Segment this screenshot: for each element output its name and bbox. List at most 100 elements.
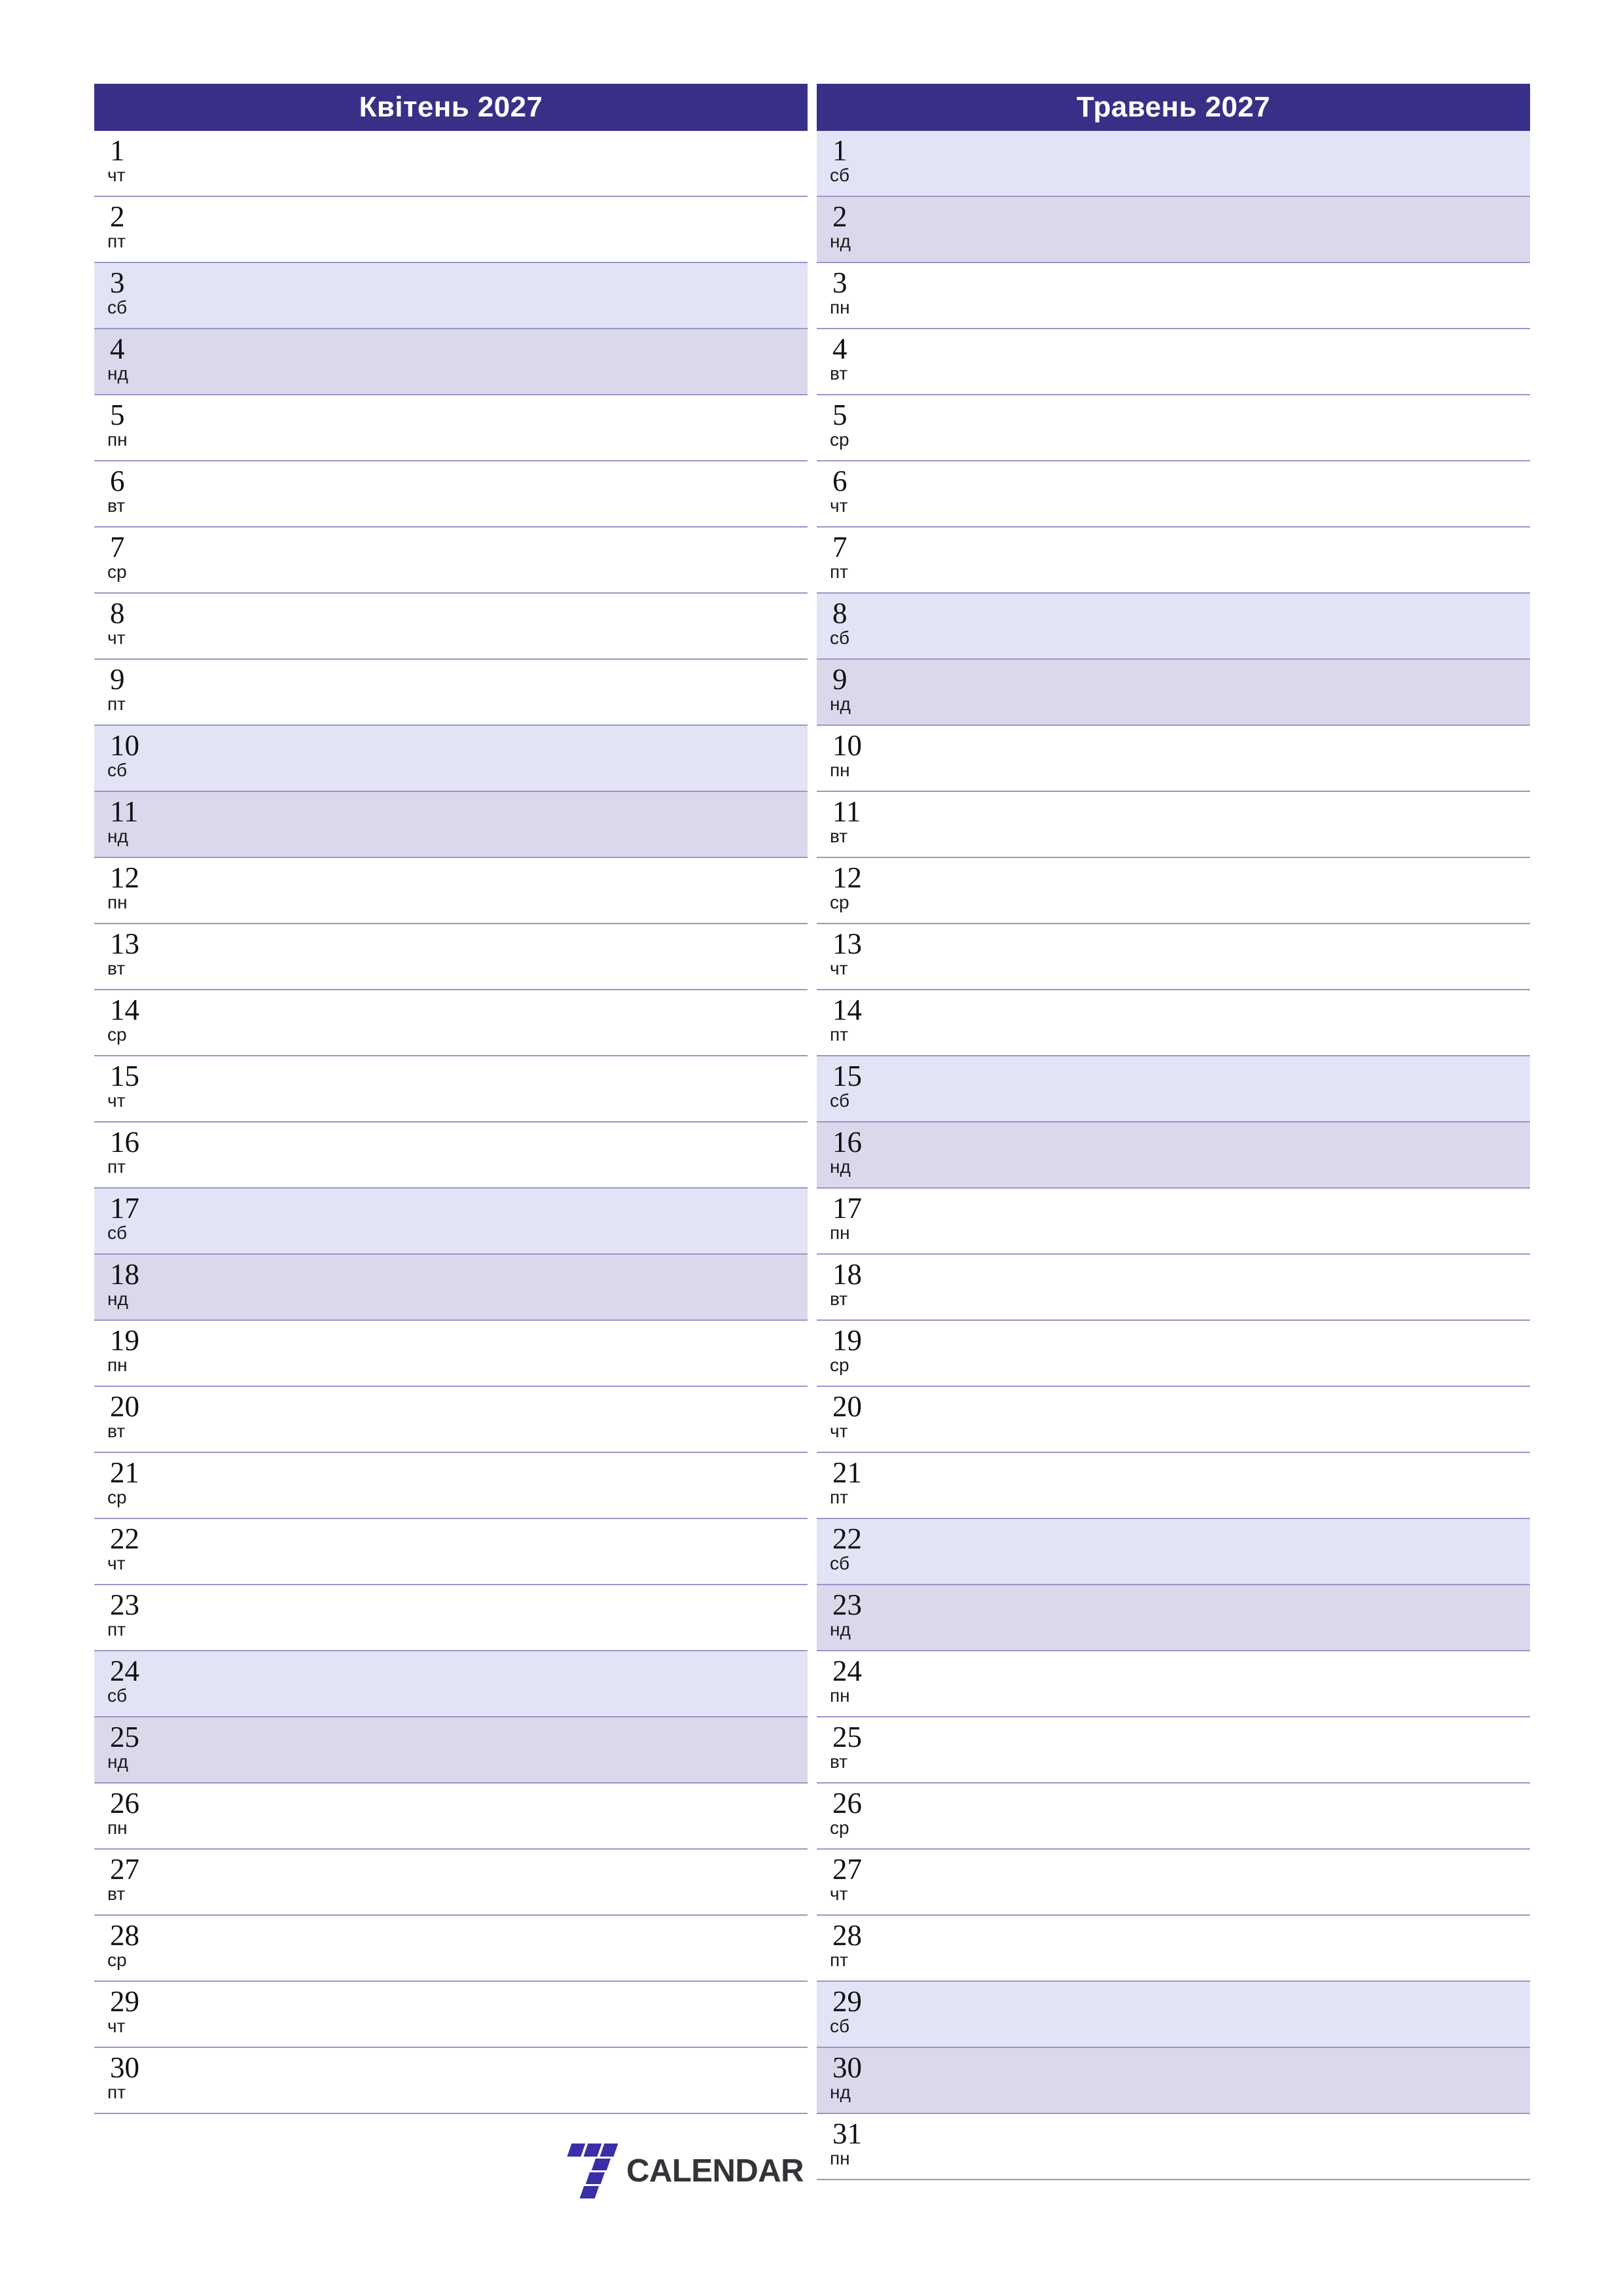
day-row[interactable]: 27 вт [94, 1850, 808, 1916]
day-row[interactable]: 2 пт [94, 197, 808, 263]
day-row[interactable]: 9 нд [817, 660, 1530, 726]
day-weekday-label: чт [107, 1553, 126, 1573]
day-row[interactable]: 11 нд [94, 792, 808, 858]
day-row[interactable]: 6 чт [817, 461, 1530, 528]
day-row[interactable]: 4 вт [817, 329, 1530, 395]
day-row[interactable]: 15 сб [817, 1056, 1530, 1122]
day-row[interactable]: 14 ср [94, 990, 808, 1056]
day-row[interactable]: 3 пн [817, 263, 1530, 329]
day-weekday-label: пн [107, 1355, 128, 1375]
day-row[interactable]: 20 чт [817, 1387, 1530, 1453]
calendar-page: Квітень 2027 1 чт 2 пт 3 сб 4 нд 5 пн 6 вт 7 ср 8 чт 9 пт… [0, 0, 1623, 2296]
day-row[interactable]: 17 пн [817, 1189, 1530, 1255]
day-weekday-label: пт [830, 1024, 848, 1045]
day-row[interactable]: 16 пт [94, 1122, 808, 1189]
day-number: 1 [832, 134, 847, 167]
day-row[interactable]: 23 нд [817, 1585, 1530, 1651]
day-row[interactable]: 20 вт [94, 1387, 808, 1453]
day-row[interactable]: 23 пт [94, 1585, 808, 1651]
day-weekday-label: пт [830, 1487, 848, 1507]
day-row[interactable]: 11 вт [817, 792, 1530, 858]
day-row[interactable]: 27 чт [817, 1850, 1530, 1916]
day-row[interactable]: 26 пн [94, 1784, 808, 1850]
day-row[interactable]: 17 сб [94, 1189, 808, 1255]
day-row[interactable]: 24 пн [817, 1651, 1530, 1717]
day-weekday-label: вт [107, 495, 126, 516]
day-row[interactable]: 7 пт [817, 528, 1530, 594]
day-number: 18 [110, 1258, 139, 1291]
day-row[interactable]: 10 пн [817, 726, 1530, 792]
day-row[interactable]: 21 ср [94, 1453, 808, 1519]
day-row[interactable]: 13 вт [94, 924, 808, 990]
day-row[interactable]: 8 чт [94, 594, 808, 660]
day-weekday-label: нд [830, 1619, 851, 1640]
day-number: 28 [832, 1919, 862, 1952]
day-number: 27 [110, 1853, 139, 1886]
day-row[interactable]: 1 сб [817, 131, 1530, 197]
day-row[interactable]: 19 ср [817, 1321, 1530, 1387]
day-row[interactable]: 8 сб [817, 594, 1530, 660]
day-row[interactable]: 29 сб [817, 1982, 1530, 2048]
brand-logo: CALENDAR [94, 2135, 808, 2207]
day-number: 21 [832, 1456, 862, 1489]
day-row[interactable]: 24 сб [94, 1651, 808, 1717]
day-row[interactable]: 25 вт [817, 1717, 1530, 1784]
day-row[interactable]: 15 чт [94, 1056, 808, 1122]
day-row[interactable]: 28 ср [94, 1916, 808, 1982]
day-row[interactable]: 5 пн [94, 395, 808, 461]
day-weekday-label: сб [107, 297, 128, 317]
day-number: 15 [832, 1060, 862, 1092]
day-number: 7 [832, 531, 847, 564]
day-number: 8 [832, 597, 847, 630]
day-row[interactable]: 7 ср [94, 528, 808, 594]
day-row[interactable]: 22 сб [817, 1519, 1530, 1585]
month-panel-left: Квітень 2027 1 чт 2 пт 3 сб 4 нд 5 пн 6 вт 7 ср 8 чт 9 пт… [94, 84, 808, 2180]
day-weekday-label: нд [107, 1751, 128, 1772]
day-number: 21 [110, 1456, 139, 1489]
day-row[interactable]: 29 чт [94, 1982, 808, 2048]
day-number: 20 [832, 1390, 862, 1423]
day-weekday-label: пт [107, 231, 126, 251]
day-row[interactable]: 12 ср [817, 858, 1530, 924]
day-row[interactable]: 21 пт [817, 1453, 1530, 1519]
month-panel-right: Травень 2027 1 сб 2 нд 3 пн 4 вт 5 ср 6 чт 7 пт 8 сб 9 нд… [817, 84, 1530, 2180]
day-number: 2 [832, 200, 847, 233]
day-number: 4 [110, 332, 125, 365]
day-row[interactable]: 1 чт [94, 131, 808, 197]
day-row[interactable]: 5 ср [817, 395, 1530, 461]
day-weekday-label: нд [107, 826, 128, 846]
day-row[interactable]: 31 пн [817, 2114, 1530, 2180]
day-row[interactable]: 13 чт [817, 924, 1530, 990]
day-row[interactable]: 3 сб [94, 263, 808, 329]
day-weekday-label: пн [830, 297, 850, 317]
day-number: 22 [832, 1522, 862, 1555]
day-row[interactable]: 22 чт [94, 1519, 808, 1585]
day-row[interactable]: 12 пн [94, 858, 808, 924]
day-row[interactable]: 4 нд [94, 329, 808, 395]
day-weekday-label: ср [107, 1024, 127, 1045]
day-row[interactable]: 28 пт [817, 1916, 1530, 1982]
day-row[interactable]: 18 вт [817, 1255, 1530, 1321]
day-number: 14 [832, 994, 862, 1026]
day-row[interactable]: 9 пт [94, 660, 808, 726]
day-number: 23 [832, 1588, 862, 1621]
day-row[interactable]: 25 нд [94, 1717, 808, 1784]
day-row[interactable]: 30 нд [817, 2048, 1530, 2114]
day-weekday-label: ср [830, 1355, 849, 1375]
day-row[interactable]: 30 пт [94, 2048, 808, 2114]
day-row[interactable]: 2 нд [817, 197, 1530, 263]
day-row[interactable]: 18 нд [94, 1255, 808, 1321]
day-weekday-label: вт [830, 363, 848, 384]
day-weekday-label: сб [830, 2016, 850, 2036]
day-row[interactable]: 6 вт [94, 461, 808, 528]
day-weekday-label: сб [107, 1223, 128, 1243]
day-number: 31 [832, 2117, 862, 2150]
day-row[interactable]: 16 нд [817, 1122, 1530, 1189]
day-row[interactable]: 10 сб [94, 726, 808, 792]
day-number: 8 [110, 597, 125, 630]
month-header-right: Травень 2027 [817, 84, 1530, 131]
day-row[interactable]: 19 пн [94, 1321, 808, 1387]
day-row[interactable]: 14 пт [817, 990, 1530, 1056]
day-number: 16 [832, 1126, 862, 1158]
day-row[interactable]: 26 ср [817, 1784, 1530, 1850]
